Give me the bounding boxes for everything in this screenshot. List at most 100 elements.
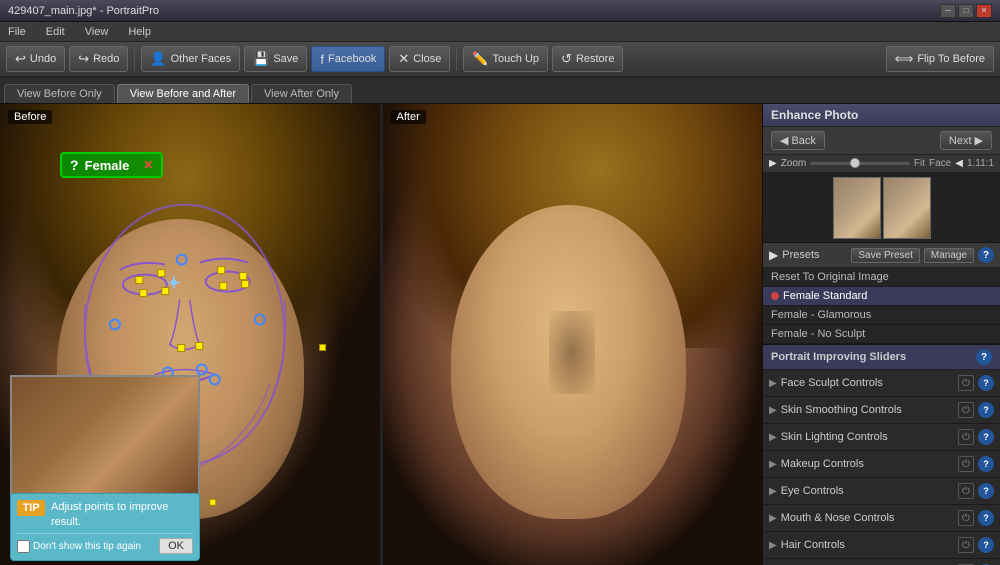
before-panel: Before <box>0 104 380 565</box>
mouth-nose-arrow: ▶ <box>769 513 777 524</box>
tip-checkbox-label[interactable]: Don't show this tip again <box>17 540 141 553</box>
skin-lighting-power-button[interactable]: ⏻ <box>958 429 974 445</box>
presets-arrow-icon: ▶ <box>769 248 778 262</box>
thumb-image <box>12 377 198 503</box>
tip-checkbox[interactable] <box>17 540 30 553</box>
eye-help-button[interactable]: ? <box>978 483 994 499</box>
face-sculpt-help-button[interactable]: ? <box>978 375 994 391</box>
zoom-arrow-icon: ▶ <box>769 158 777 169</box>
facebook-icon: f <box>320 52 324 67</box>
menu-view[interactable]: View <box>81 26 113 38</box>
tip-ok-button[interactable]: OK <box>159 538 193 554</box>
flip-to-before-button[interactable]: ⟺ Flip To Before <box>886 46 994 72</box>
preset-item-female-standard[interactable]: Female Standard <box>763 287 1000 306</box>
presets-help-button[interactable]: ? <box>978 247 994 263</box>
close-window-button[interactable]: ✕ <box>976 4 992 18</box>
save-button[interactable]: 💾 Save <box>244 46 307 72</box>
touch-up-icon: ✏️ <box>472 51 488 67</box>
preset-dot <box>771 292 779 300</box>
maximize-button[interactable]: □ <box>958 4 974 18</box>
save-icon: 💾 <box>253 51 269 67</box>
undo-button[interactable]: ↩ Undo <box>6 46 65 72</box>
minimize-button[interactable]: ─ <box>940 4 956 18</box>
faces-icon: 👤 <box>150 51 166 67</box>
touch-up-button[interactable]: ✏️ Touch Up <box>463 46 548 72</box>
preset-item-reset[interactable]: Reset To Original Image <box>763 268 1000 287</box>
manage-button[interactable]: Manage <box>924 248 974 263</box>
face-sculpt-power-button[interactable]: ⏻ <box>958 375 974 391</box>
after-panel: After <box>383 104 763 565</box>
eye-arrow: ▶ <box>769 486 777 497</box>
makeup-power-button[interactable]: ⏻ <box>958 456 974 472</box>
nav-bar: ◀ Back Next ▶ <box>763 127 1000 155</box>
back-button[interactable]: ◀ Back <box>771 131 825 150</box>
zoom-label: Zoom <box>781 158 807 169</box>
mouth-nose-power-button[interactable]: ⏻ <box>958 510 974 526</box>
zoom-thumb[interactable] <box>850 158 860 168</box>
next-arrow-icon: ▶ <box>975 134 983 147</box>
skin-smoothing-power-button[interactable]: ⏻ <box>958 402 974 418</box>
back-arrow-icon: ◀ <box>780 134 788 147</box>
gender-label: Female <box>85 158 130 173</box>
right-thumbnail-area <box>763 173 1000 243</box>
toolbar: ↩ Undo ↪ Redo 👤 Other Faces 💾 Save f Fac… <box>0 42 1000 78</box>
slider-mouth-nose[interactable]: ▶ Mouth & Nose Controls ⏻ ? <box>763 505 1000 532</box>
makeup-arrow: ▶ <box>769 459 777 470</box>
facebook-label: Facebook <box>328 53 376 65</box>
slider-skin-lighting[interactable]: ▶ Skin Lighting Controls ⏻ ? <box>763 424 1000 451</box>
after-photo <box>383 104 763 565</box>
makeup-label: Makeup Controls <box>781 458 954 470</box>
redo-icon: ↪ <box>78 51 89 67</box>
slider-makeup[interactable]: ▶ Makeup Controls ⏻ ? <box>763 451 1000 478</box>
other-faces-button[interactable]: 👤 Other Faces <box>141 46 240 72</box>
right-thumbnail-2 <box>883 177 931 239</box>
redo-button[interactable]: ↪ Redo <box>69 46 128 72</box>
next-button[interactable]: Next ▶ <box>940 131 992 150</box>
facebook-button[interactable]: f Facebook <box>311 46 385 72</box>
zoom-fit-button[interactable]: Fit <box>914 158 925 169</box>
thumbnail-preview <box>10 375 200 505</box>
save-preset-button[interactable]: Save Preset <box>851 248 919 263</box>
sliders-section-header: Portrait Improving Sliders ? <box>763 345 1000 370</box>
mouth-nose-help-button[interactable]: ? <box>978 510 994 526</box>
presets-title: Presets <box>782 249 847 261</box>
restore-button[interactable]: ↺ Restore <box>552 46 623 72</box>
slider-skin-smoothing[interactable]: ▶ Skin Smoothing Controls ⏻ ? <box>763 397 1000 424</box>
skin-lighting-help-button[interactable]: ? <box>978 429 994 445</box>
close-button[interactable]: ✕ Close <box>389 46 450 72</box>
slider-face-sculpt[interactable]: ▶ Face Sculpt Controls ⏻ ? <box>763 370 1000 397</box>
eye-label: Eye Controls <box>781 485 954 497</box>
menu-file[interactable]: File <box>4 26 30 38</box>
zoom-slider[interactable] <box>810 162 910 165</box>
menu-edit[interactable]: Edit <box>42 26 69 38</box>
menu-help[interactable]: Help <box>124 26 155 38</box>
tab-before-only[interactable]: View Before Only <box>4 84 115 103</box>
undo-icon: ↩ <box>15 51 26 67</box>
touch-up-label: Touch Up <box>493 53 539 65</box>
makeup-help-button[interactable]: ? <box>978 456 994 472</box>
sliders-help-button[interactable]: ? <box>976 349 992 365</box>
tab-after-only[interactable]: View After Only <box>251 84 352 103</box>
slider-eye[interactable]: ▶ Eye Controls ⏻ ? <box>763 478 1000 505</box>
restore-label: Restore <box>576 53 615 65</box>
hair-label: Hair Controls <box>781 539 954 551</box>
zoom-face-button[interactable]: Face <box>929 158 951 169</box>
skin-smoothing-arrow: ▶ <box>769 405 777 416</box>
close-icon: ✕ <box>398 51 409 67</box>
gender-icon: ? <box>70 157 79 173</box>
slider-skin-coloring[interactable]: ▶ Skin Coloring Controls ⏻ ? <box>763 559 1000 565</box>
skin-smoothing-help-button[interactable]: ? <box>978 402 994 418</box>
mouth-nose-label: Mouth & Nose Controls <box>781 512 954 524</box>
gender-close-button[interactable]: ✕ <box>143 158 153 172</box>
back-label: Back <box>791 135 815 147</box>
preset-item-no-sculpt[interactable]: Female - No Sculpt <box>763 325 1000 344</box>
zoom-ratio: 1.11:1 <box>967 158 994 169</box>
hair-help-button[interactable]: ? <box>978 537 994 553</box>
preset-item-glamorous[interactable]: Female - Glamorous <box>763 306 1000 325</box>
tab-before-after[interactable]: View Before and After <box>117 84 249 103</box>
right-thumbnail <box>833 177 881 239</box>
presets-header: ▶ Presets Save Preset Manage ? <box>763 243 1000 268</box>
slider-hair[interactable]: ▶ Hair Controls ⏻ ? <box>763 532 1000 559</box>
eye-power-button[interactable]: ⏻ <box>958 483 974 499</box>
hair-power-button[interactable]: ⏻ <box>958 537 974 553</box>
